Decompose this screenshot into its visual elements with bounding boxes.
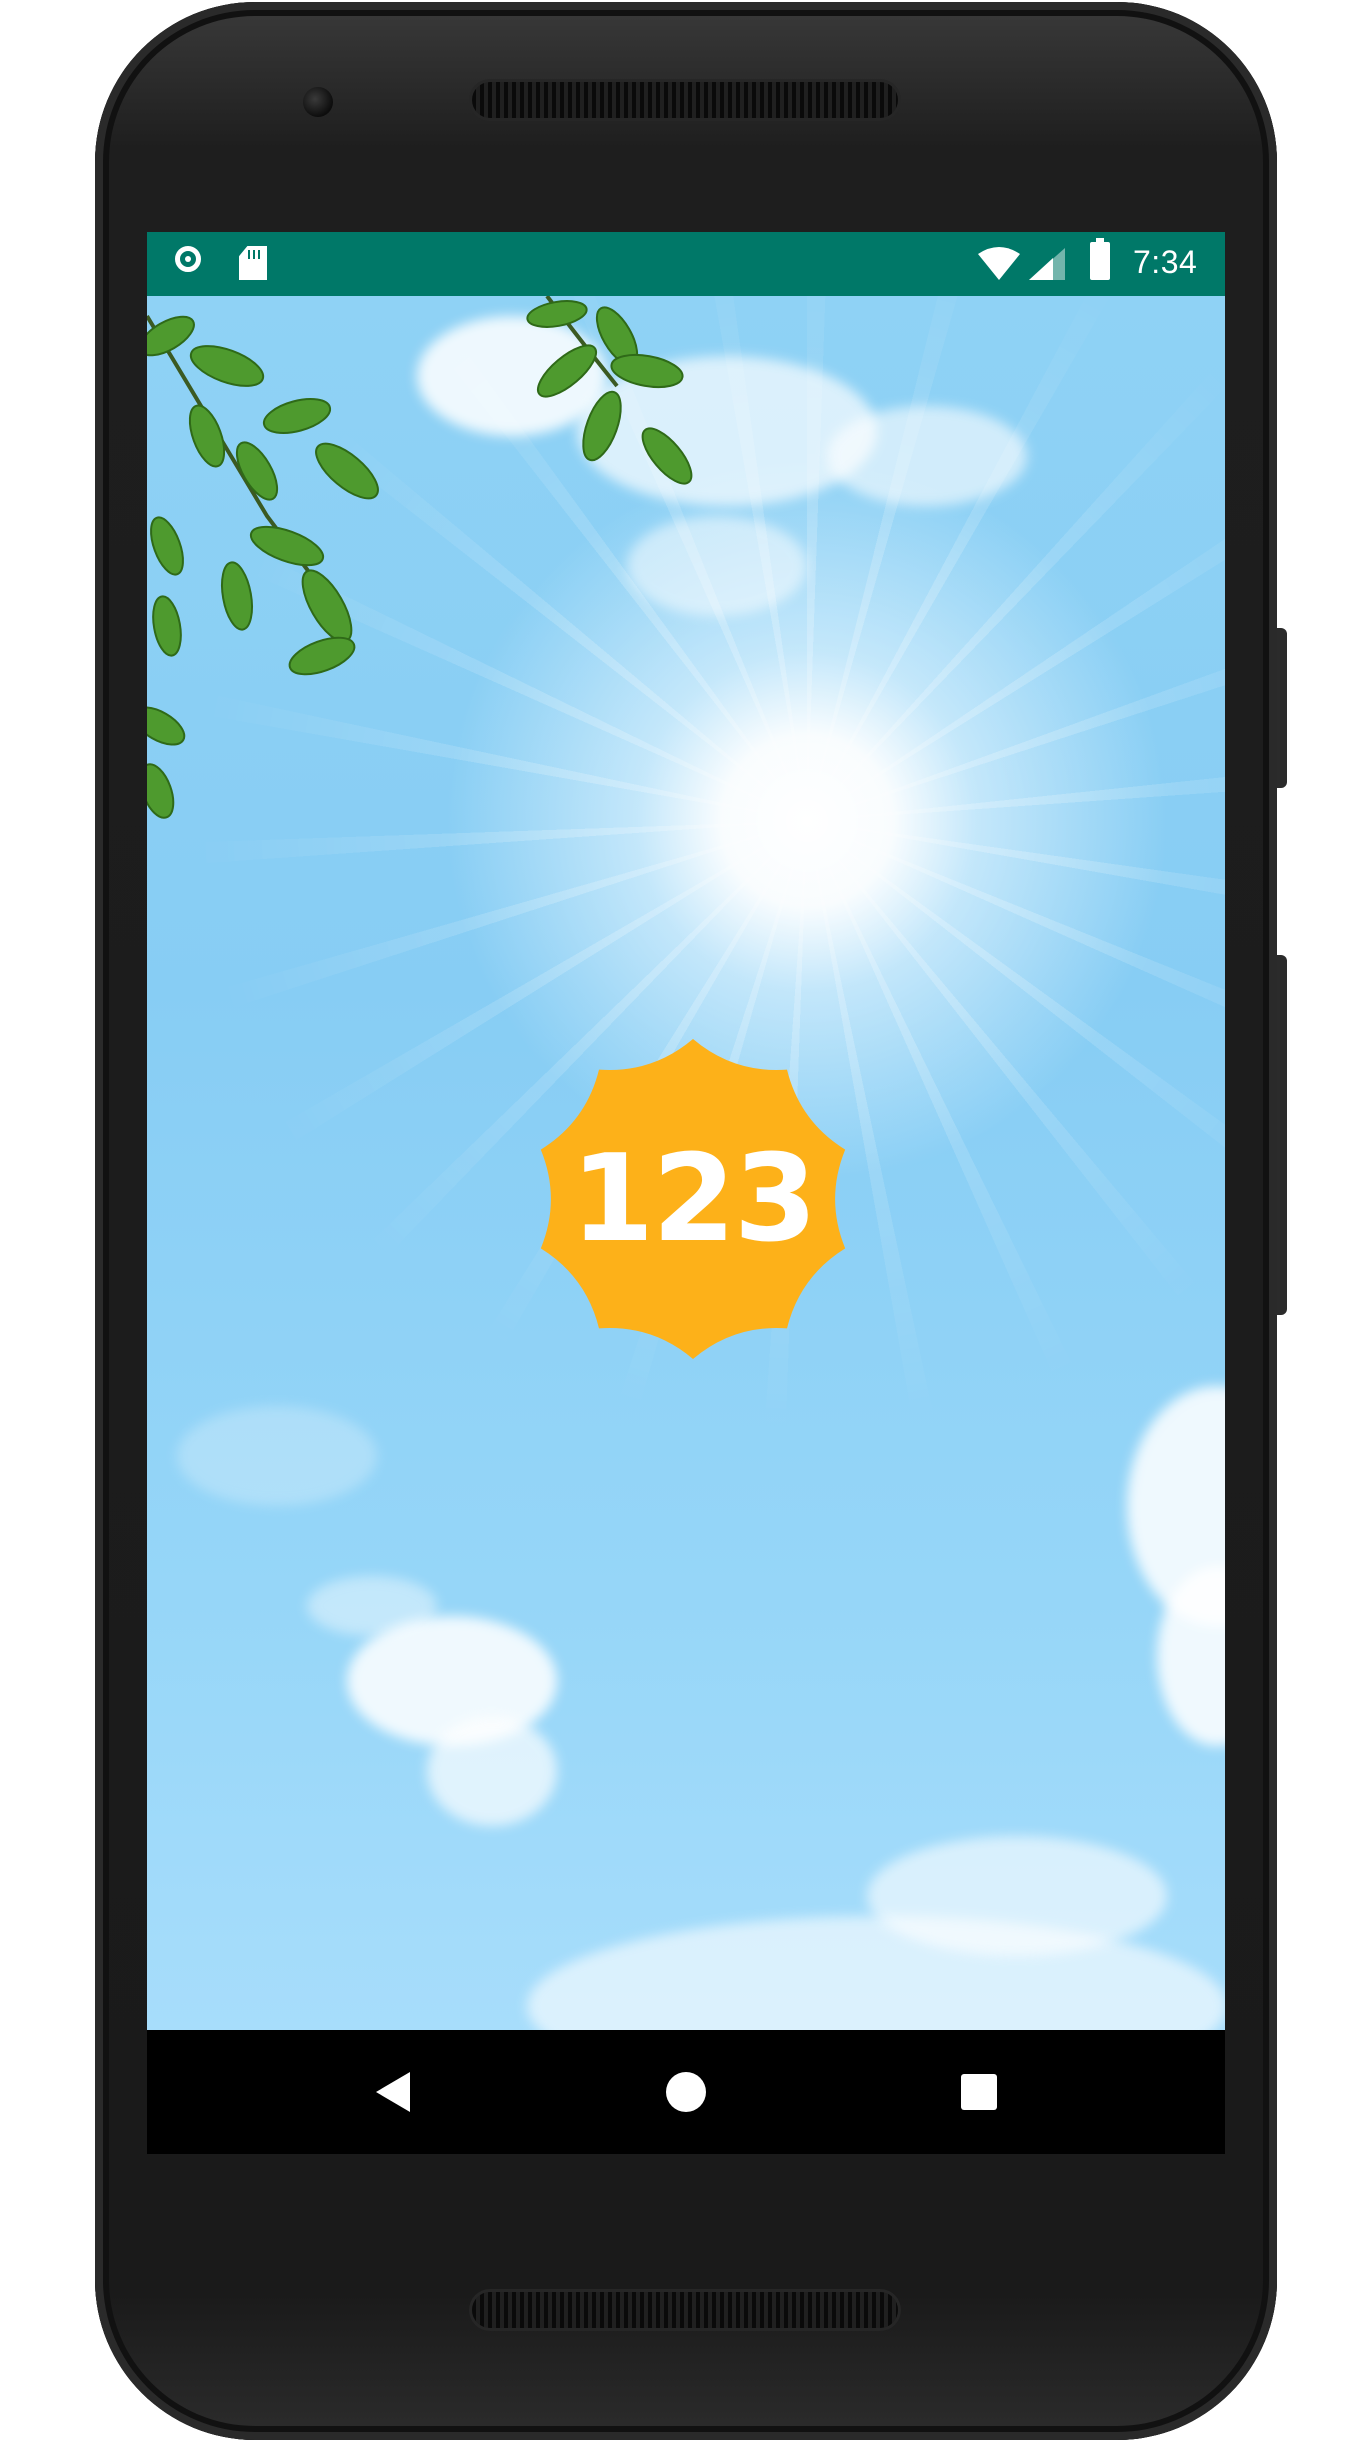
home-button[interactable]: [654, 2060, 718, 2124]
recents-icon: [961, 2074, 997, 2110]
cloud: [307, 1576, 437, 1636]
cloud: [177, 1406, 377, 1506]
cloud: [867, 1836, 1167, 1956]
cell-signal-icon: [1027, 246, 1067, 287]
ring-icon: [175, 246, 201, 272]
wifi-icon: [977, 246, 1021, 287]
earpiece-speaker: [472, 82, 898, 118]
power-button: [1277, 628, 1287, 788]
badge-number: 123: [570, 1129, 818, 1269]
app-content: 123: [147, 296, 1225, 2030]
status-bar: 7:34: [147, 232, 1225, 296]
recents-button[interactable]: [947, 2060, 1011, 2124]
back-icon: [376, 2072, 410, 2112]
volume-rocker: [1277, 955, 1287, 1315]
home-icon: [666, 2072, 706, 2112]
counter-badge[interactable]: 123: [520, 1016, 866, 1382]
battery-icon: [1090, 238, 1110, 280]
front-camera: [303, 87, 333, 117]
leaves-decoration: [147, 296, 693, 819]
navigation-bar: [147, 2030, 1225, 2154]
device-screen: 7:34 123: [147, 232, 1225, 2154]
back-button[interactable]: [361, 2060, 425, 2124]
cloud: [427, 1716, 557, 1826]
bottom-speaker: [472, 2292, 898, 2328]
status-time: 7:34: [1133, 244, 1198, 280]
sd-card-icon: [239, 246, 267, 280]
